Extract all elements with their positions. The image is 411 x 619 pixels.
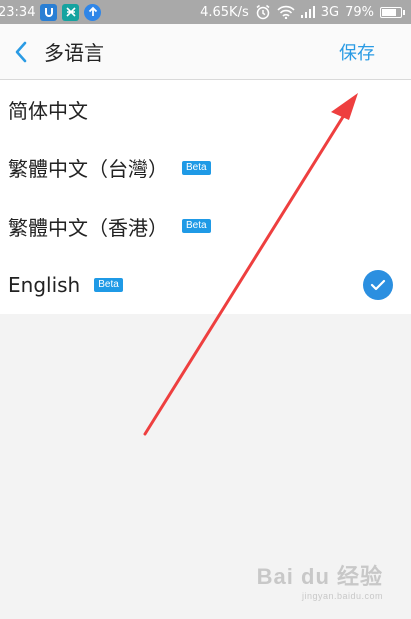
page-title: 多语言	[44, 41, 104, 65]
watermark-logo: Bai du 经验 jingyan.baidu.com	[257, 559, 383, 601]
status-bar-right: 4.65K/s 3G 79%	[200, 4, 405, 20]
app-header: 多语言 保存	[0, 24, 411, 80]
language-item-traditional-chinese-hongkong[interactable]: 繁體中文（香港） Beta	[0, 197, 411, 256]
status-network-type: 3G	[320, 4, 340, 20]
status-battery-percent: 79%	[345, 4, 374, 20]
status-network-speed: 4.65K/s	[200, 4, 249, 20]
back-button[interactable]	[4, 32, 38, 72]
status-bar: 23:34 4.65K/s 3G 79%	[0, 0, 411, 24]
language-label: 简体中文	[8, 98, 88, 123]
status-time: 23:34	[0, 4, 36, 20]
battery-icon	[380, 6, 405, 18]
language-item-traditional-chinese-taiwan[interactable]: 繁體中文（台灣） Beta	[0, 139, 411, 198]
language-label: 繁體中文（台灣）	[8, 157, 168, 182]
app-u-icon	[40, 3, 58, 21]
alarm-icon	[256, 4, 270, 20]
watermark-main: Bai du 经验	[256, 564, 383, 589]
language-item-english[interactable]: English Beta	[0, 256, 411, 315]
language-label: 繁體中文（香港）	[8, 215, 168, 240]
language-item-simplified-chinese[interactable]: 简体中文	[0, 80, 411, 139]
beta-badge: Beta	[182, 219, 211, 234]
save-button[interactable]: 保存	[339, 39, 375, 65]
signal-icon	[300, 6, 315, 18]
selected-check-icon	[363, 269, 393, 300]
upload-arrow-icon	[84, 3, 102, 21]
app-share-icon	[62, 3, 80, 21]
beta-badge: Beta	[94, 277, 123, 292]
language-label: English	[8, 272, 81, 297]
watermark-sub: jingyan.baidu.com	[301, 591, 383, 601]
beta-badge: Beta	[182, 160, 211, 175]
wifi-icon	[277, 5, 295, 19]
chevron-left-icon	[15, 41, 27, 62]
language-list: 简体中文 繁體中文（台灣） Beta 繁體中文（香港） Beta English…	[0, 80, 411, 314]
status-bar-left: 23:34	[0, 3, 102, 21]
